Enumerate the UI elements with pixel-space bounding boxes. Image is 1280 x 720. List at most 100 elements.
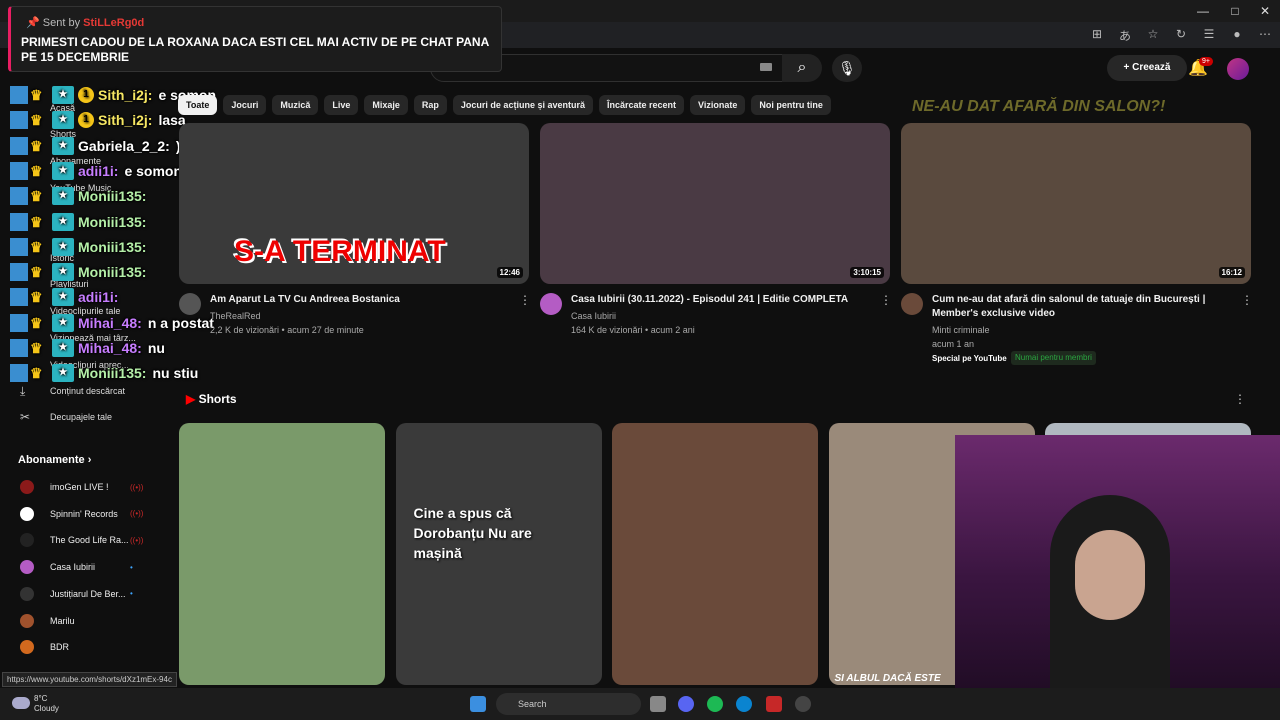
sidebar-subscription[interactable]: Casa Iubirii • — [20, 557, 133, 577]
windows-start-icon[interactable] — [470, 696, 486, 712]
refresh-icon[interactable]: ↻ — [1172, 27, 1190, 45]
video-more-icon[interactable]: ⋮ — [519, 293, 531, 307]
short-card[interactable]: Cine a spus că Dorobanțu Nu are mașină — [395, 423, 602, 685]
sidebar-subscription[interactable]: BDR — [20, 637, 69, 657]
channel-avatar[interactable] — [901, 293, 923, 315]
chat-username: Moniii135: — [78, 365, 147, 382]
channel-name[interactable]: TheRealRed — [210, 309, 261, 323]
sub-badge-icon: ★ — [52, 263, 74, 282]
voice-search-button[interactable]: 🎙 — [832, 54, 862, 82]
channel-name: The Good Life Ra... — [50, 535, 129, 546]
video-thumbnail[interactable]: S-A TERMINAT 12:46 — [179, 123, 529, 284]
chat-username: Moniii135: — [78, 264, 147, 281]
channel-avatar — [20, 586, 34, 601]
collections-icon[interactable]: ☰ — [1200, 27, 1218, 45]
subscriptions-title-label: Abonamente — [18, 454, 85, 466]
profile-icon[interactable]: ● — [1228, 27, 1246, 45]
channel-name[interactable]: Minti criminale — [932, 323, 990, 337]
sidebar-subscription[interactable]: Justițiarul De Ber... • — [20, 584, 133, 604]
favorite-star-icon[interactable]: ☆ — [1144, 27, 1162, 45]
avatar[interactable] — [1227, 58, 1249, 80]
maximize-button[interactable]: □ — [1218, 3, 1252, 19]
chat-message: ♛ ★ 1 Sith_i2j: lasa — [10, 109, 186, 131]
crown-badge-icon: ♛ — [30, 340, 43, 356]
filter-chip[interactable]: Jocuri de acțiune și aventură — [452, 95, 593, 115]
chat-username: adii1i: — [78, 289, 119, 306]
sidebar-subscription[interactable]: The Good Life Ra... ((•)) — [20, 530, 143, 550]
filter-chip[interactable]: Rap — [413, 95, 447, 115]
sidebar-subscription[interactable]: Spinnin' Records ((•)) — [20, 504, 143, 524]
crown-badge-icon: ♛ — [30, 264, 43, 281]
sidebar-subscription[interactable]: Marilu — [20, 611, 75, 631]
close-button[interactable]: ✕ — [1248, 3, 1280, 19]
chat-username: Mihai_48: — [78, 340, 142, 356]
channel-avatar — [20, 480, 34, 494]
video-title[interactable]: Am Aparut La TV Cu Andreea Bostanica — [210, 293, 510, 307]
weather-widget[interactable]: 8°C Cloudy — [34, 694, 59, 714]
edge-icon[interactable] — [736, 696, 752, 712]
short-caption: Cine a spus că Dorobanțu Nu are mașină — [413, 505, 532, 561]
video-more-icon[interactable]: ⋮ — [1241, 293, 1253, 307]
channel-name: imoGen LIVE ! — [50, 482, 109, 492]
short-card[interactable] — [179, 423, 385, 685]
video-thumbnail[interactable]: 16:12 — [901, 123, 1251, 284]
keyboard-icon[interactable] — [760, 63, 772, 71]
download-icon: ⤓ — [20, 384, 26, 398]
streamer-badge-icon — [10, 364, 28, 383]
filter-chip[interactable]: Toate — [178, 95, 218, 115]
chat-message: ♛ ★ Moniii135: — [10, 211, 152, 233]
crown-badge-icon: ♛ — [30, 137, 43, 154]
channel-avatar[interactable] — [540, 293, 562, 315]
chat-text: n a postat — [147, 314, 214, 331]
streamer-badge-icon — [10, 263, 28, 282]
video-title[interactable]: Casa Iubirii (30.11.2022) - Episodul 241… — [571, 293, 871, 307]
translate-icon[interactable]: あ — [1116, 27, 1134, 45]
sidebar-item-downloads[interactable]: Conținut descărcat — [50, 386, 125, 396]
filter-chip[interactable]: Mixaje — [364, 95, 408, 115]
filter-chip[interactable]: Încărcate recent — [598, 95, 685, 115]
app-icon[interactable] — [766, 696, 782, 712]
sub-badge-icon: ★ — [52, 86, 74, 104]
channel-avatar[interactable] — [179, 293, 201, 315]
streamer-badge-icon — [10, 237, 28, 256]
subscriptions-title[interactable]: Abonamente › — [18, 454, 91, 466]
sidebar-item-clips[interactable]: Decupajele tale — [50, 412, 112, 422]
apps-icon[interactable]: ⊞ — [1088, 27, 1106, 45]
taskbar-search[interactable]: Search — [496, 693, 641, 715]
sub-badge-icon: ★ — [52, 161, 74, 180]
search-button[interactable]: ⌕ — [782, 54, 822, 82]
streamer-face — [1075, 530, 1145, 620]
video-more-icon[interactable]: ⋮ — [880, 293, 892, 307]
taskbar-search-label: Search — [518, 699, 547, 709]
sub-badge-icon: ★ — [52, 136, 74, 155]
filter-chips: Toate Jocuri Muzică Live Mixaje Rap Jocuri de … — [178, 95, 831, 115]
more-menu-icon[interactable]: ⋯ — [1256, 27, 1274, 45]
filter-chip[interactable]: Live — [324, 95, 359, 115]
video-thumbnail[interactable]: 3:10:15 — [540, 123, 890, 284]
chat-message: ♛ ★ Moniii135: nu stiu — [10, 362, 198, 384]
create-label: Creează — [1132, 62, 1171, 73]
video-duration: 12:46 — [496, 267, 523, 278]
chat-username: adii1i: — [78, 162, 119, 179]
create-button[interactable]: + Creează — [1107, 55, 1187, 81]
filter-chip[interactable]: Vizionate — [690, 95, 746, 115]
obs-icon[interactable] — [795, 696, 811, 712]
short-card[interactable] — [612, 423, 818, 685]
filter-chip[interactable]: Muzică — [272, 95, 319, 115]
chat-username: Mihai_48: — [78, 314, 142, 331]
channel-name[interactable]: Casa Iubirii — [571, 309, 616, 323]
live-indicator: • — [130, 589, 133, 599]
sidebar-subscription[interactable]: imoGen LIVE ! ((•)) — [20, 477, 143, 497]
file-explorer-icon[interactable] — [650, 696, 666, 712]
minimize-button[interactable]: — — [1186, 3, 1220, 19]
spotify-icon[interactable] — [707, 696, 723, 712]
microphone-icon: 🎙 — [838, 60, 856, 76]
weather-condition: Cloudy — [34, 704, 59, 713]
discord-icon[interactable] — [678, 696, 694, 712]
filter-chip[interactable]: Noi pentru tine — [751, 95, 831, 115]
filter-chip[interactable]: Jocuri — [223, 95, 267, 115]
chat-username: Moniii135: — [78, 238, 147, 255]
shorts-more-icon[interactable]: ⋮ — [1234, 392, 1246, 406]
chat-message: ♛ ★ adii1i: — [10, 286, 124, 308]
video-title[interactable]: Cum ne-au dat afară din salonul de tatua… — [932, 293, 1232, 321]
